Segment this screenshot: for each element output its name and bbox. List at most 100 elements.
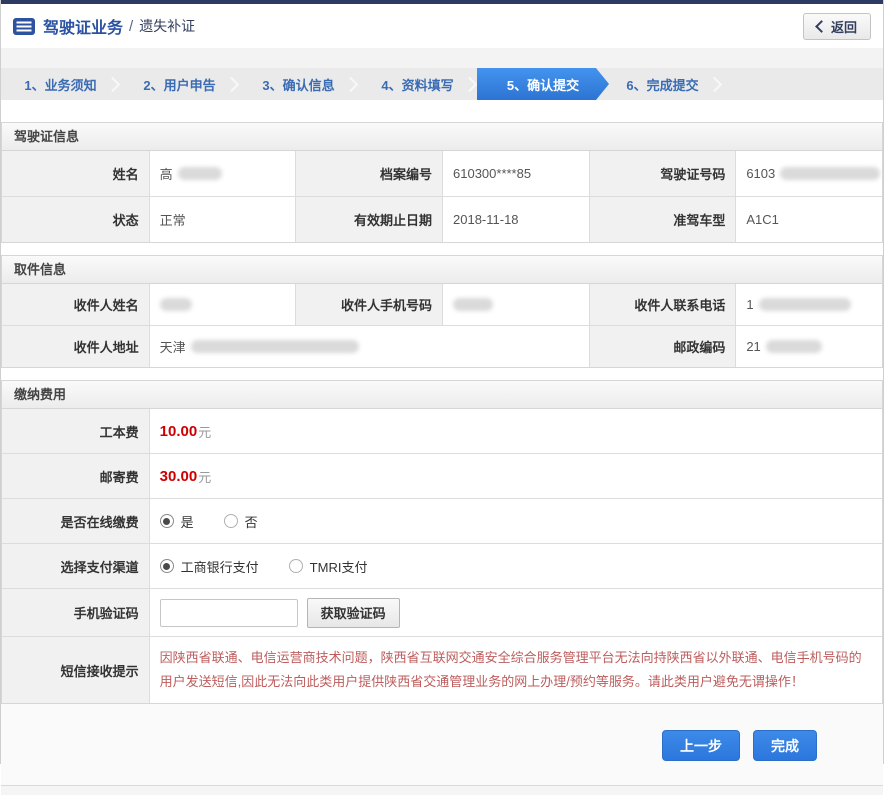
step-3-confirm-info: 3、确认信息	[239, 68, 358, 100]
table-row: 手机验证码 获取验证码	[2, 588, 882, 636]
radio-label: 是	[181, 512, 194, 531]
status-label: 状态	[2, 197, 149, 242]
table-row: 邮寄费 30.00 元	[2, 453, 882, 498]
radio-label: TMRI支付	[310, 557, 368, 576]
online-payment-options: 是 否	[149, 499, 882, 543]
postal-code-text: 21	[746, 339, 760, 354]
step-label: 1、业务须知	[24, 75, 96, 94]
redacted-blur	[453, 298, 493, 311]
step-5-confirm-submit-active: 5、确认提交	[477, 68, 609, 100]
sms-notice-text: 因陕西省联通、电信运营商技术问题，陕西省互联网交通安全综合服务管理平台无法向持陕…	[149, 637, 882, 703]
license-no-label: 驾驶证号码	[589, 151, 736, 196]
breadcrumb-current: 遗失补证	[139, 16, 195, 36]
table-row: 姓名 高 档案编号 610300****85 驾驶证号码 6103	[2, 151, 882, 196]
recipient-mobile-value	[442, 284, 589, 325]
table-row: 短信接收提示 因陕西省联通、电信运营商技术问题，陕西省互联网交通安全综合服务管理…	[2, 636, 882, 703]
redacted-blur	[780, 167, 880, 180]
chevron-right-icon	[224, 77, 240, 93]
step-label: 5、确认提交	[507, 75, 579, 94]
pickup-section-title: 取件信息	[2, 256, 882, 284]
radio-selected-icon	[160, 514, 174, 528]
license-no-value: 6103	[735, 151, 882, 196]
archive-no-value: 610300****85	[442, 151, 589, 196]
sms-code-field-cell: 获取验证码	[149, 589, 882, 636]
status-value: 正常	[149, 197, 296, 242]
production-fee-label: 工本费	[2, 409, 149, 453]
postage-fee-value: 30.00 元	[149, 454, 882, 498]
license-info-section: 驾驶证信息 姓名 高 档案编号 610300****85 驾驶证号码 6103 …	[1, 122, 883, 243]
address-value: 天津	[149, 326, 589, 367]
step-label: 6、完成提交	[626, 75, 698, 94]
pickup-info-section: 取件信息 收件人姓名 收件人手机号码 收件人联系电话 1 收件人地址 天津 邮政…	[1, 255, 883, 368]
address-text: 天津	[160, 337, 186, 356]
chevron-right-icon	[105, 77, 121, 93]
radio-option-tmri[interactable]: TMRI支付	[289, 557, 368, 576]
recipient-mobile-label: 收件人手机号码	[295, 284, 442, 325]
payment-section-title: 缴纳费用	[2, 381, 882, 409]
table-row: 选择支付渠道 工商银行支付 TMRI支付	[2, 543, 882, 588]
postal-code-value: 21	[735, 326, 882, 367]
chevron-right-icon	[707, 77, 723, 93]
step-label: 2、用户申告	[143, 75, 215, 94]
redacted-blur	[160, 298, 192, 311]
previous-step-button[interactable]: 上一步	[662, 730, 740, 761]
header-divider-strip	[1, 48, 883, 68]
recipient-name-label: 收件人姓名	[2, 284, 149, 325]
finish-button[interactable]: 完成	[753, 730, 817, 761]
vehicle-class-label: 准驾车型	[589, 197, 736, 242]
step-nav-filler	[722, 68, 883, 100]
payment-channel-label: 选择支付渠道	[2, 544, 149, 588]
expiry-label: 有效期止日期	[295, 197, 442, 242]
redacted-blur	[191, 340, 359, 353]
name-value: 高	[149, 151, 296, 196]
radio-selected-icon	[160, 559, 174, 573]
radio-option-yes[interactable]: 是	[160, 512, 194, 531]
step-2-user-declaration: 2、用户申告	[120, 68, 239, 100]
step-1-business-notice: 1、业务须知	[1, 68, 120, 100]
redacted-blur	[759, 298, 851, 311]
name-value-text: 高	[160, 164, 173, 183]
sms-code-label: 手机验证码	[2, 589, 149, 636]
license-no-text: 6103	[746, 166, 775, 181]
radio-unselected-icon	[224, 514, 238, 528]
address-label: 收件人地址	[2, 326, 149, 367]
postal-code-label: 邮政编码	[589, 326, 736, 367]
get-code-button[interactable]: 获取验证码	[307, 598, 400, 628]
fee-unit: 元	[198, 467, 211, 486]
bottom-divider	[1, 785, 883, 795]
redacted-blur	[178, 167, 222, 180]
contact-phone-value: 1	[735, 284, 882, 325]
radio-label: 否	[245, 512, 258, 531]
table-row: 收件人地址 天津 邮政编码 21	[2, 325, 882, 367]
radio-option-no[interactable]: 否	[224, 512, 258, 531]
chevron-left-icon	[815, 20, 828, 33]
chevron-right-icon	[343, 77, 359, 93]
production-fee-value: 10.00 元	[149, 409, 882, 453]
step-nav: 1、业务须知 2、用户申告 3、确认信息 4、资料填写 5、确认提交 6、完成提…	[1, 68, 883, 100]
contact-phone-text: 1	[746, 297, 753, 312]
sms-code-input[interactable]	[160, 599, 298, 627]
name-label: 姓名	[2, 151, 149, 196]
radio-unselected-icon	[289, 559, 303, 573]
document-list-icon	[13, 18, 35, 35]
header: 驾驶证业务 / 遗失补证 返回	[1, 4, 883, 48]
table-row: 状态 正常 有效期止日期 2018-11-18 准驾车型 A1C1	[2, 196, 882, 242]
contact-phone-label: 收件人联系电话	[589, 284, 736, 325]
payment-channel-options: 工商银行支付 TMRI支付	[149, 544, 882, 588]
online-payment-label: 是否在线缴费	[2, 499, 149, 543]
redacted-blur	[766, 340, 822, 353]
back-button[interactable]: 返回	[803, 13, 871, 40]
sms-notice-label: 短信接收提示	[2, 637, 149, 703]
step-6-complete-submit: 6、完成提交	[603, 68, 722, 100]
chevron-right-icon	[462, 77, 478, 93]
radio-option-icbc[interactable]: 工商银行支付	[160, 557, 259, 576]
radio-label: 工商银行支付	[181, 557, 259, 576]
page-title: 驾驶证业务	[43, 14, 123, 38]
back-button-label: 返回	[831, 17, 857, 36]
spacer	[1, 100, 883, 122]
step-label: 4、资料填写	[381, 75, 453, 94]
page: 驾驶证业务 / 遗失补证 返回 1、业务须知 2、用户申告 3、确认信息 4、资…	[0, 0, 884, 764]
fee-amount: 30.00	[160, 468, 198, 485]
fee-unit: 元	[198, 422, 211, 441]
footer-area: 上一步 完成	[1, 704, 883, 795]
